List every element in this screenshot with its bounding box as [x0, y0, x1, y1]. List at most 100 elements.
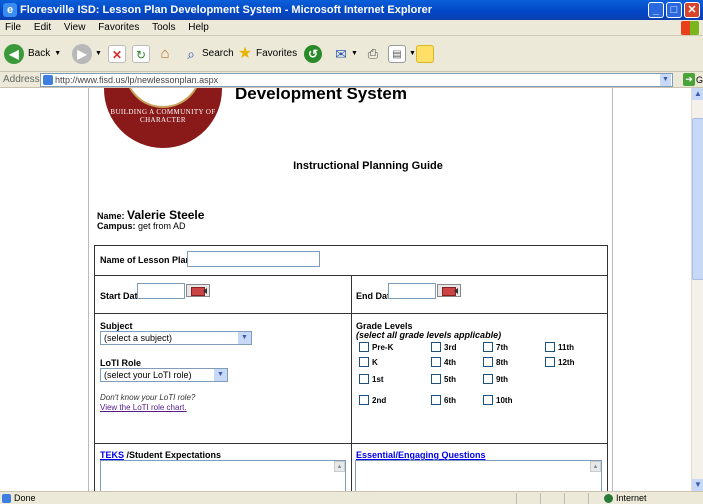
- go-button[interactable]: Go: [696, 72, 703, 88]
- right-column: [612, 88, 691, 491]
- checkbox[interactable]: [483, 342, 493, 352]
- lesson-plan-form: Name of Lesson Plan Start Date End Date …: [94, 245, 608, 491]
- subject-select[interactable]: (select a subject) ▼: [100, 331, 252, 345]
- favorites-button[interactable]: ★ Favorites: [236, 44, 297, 64]
- teks-link[interactable]: TEKS: [100, 450, 124, 460]
- checkbox[interactable]: [431, 374, 441, 384]
- end-date-input[interactable]: [388, 283, 436, 299]
- window-title: Floresville ISD: Lesson Plan Development…: [20, 4, 432, 16]
- grade-checkbox-4th[interactable]: 4th: [431, 357, 456, 367]
- calendar-icon[interactable]: [186, 284, 210, 297]
- name-line: Name: Valerie Steele: [97, 208, 205, 222]
- vertical-scrollbar[interactable]: ▲ ▼: [691, 88, 703, 491]
- checkbox[interactable]: [359, 374, 369, 384]
- scroll-up-icon[interactable]: ▲: [692, 88, 703, 100]
- chevron-down-icon[interactable]: ▼: [95, 44, 102, 64]
- grade-checkbox-9th[interactable]: 9th: [483, 374, 508, 384]
- scroll-down-icon[interactable]: ▼: [692, 479, 703, 491]
- folder-icon: [416, 45, 434, 63]
- go-arrow-icon[interactable]: ➜: [683, 73, 695, 86]
- divider: [540, 493, 541, 504]
- globe-icon: [604, 494, 613, 503]
- checkbox[interactable]: [483, 374, 493, 384]
- menu-bar: File Edit View Favorites Tools Help: [0, 20, 703, 36]
- back-button[interactable]: ◀ Back ▼: [4, 44, 61, 64]
- window-title-bar: e Floresville ISD: Lesson Plan Developme…: [0, 0, 703, 20]
- questions-textarea[interactable]: ▲: [355, 460, 602, 491]
- calendar-icon[interactable]: [437, 284, 461, 297]
- stop-icon: ✕: [108, 45, 126, 63]
- grade-checkbox-6th[interactable]: 6th: [431, 395, 456, 405]
- grade-checkbox-3rd[interactable]: 3rd: [431, 342, 456, 352]
- checkbox[interactable]: [359, 342, 369, 352]
- grade-checkbox-8th[interactable]: 8th: [483, 357, 508, 367]
- loti-chart-link[interactable]: View the LoTI role chart.: [100, 403, 187, 412]
- checkbox[interactable]: [431, 395, 441, 405]
- loti-role-select[interactable]: (select your LoTI role) ▼: [100, 368, 228, 382]
- scroll-up-icon[interactable]: ▲: [590, 461, 601, 472]
- checkbox[interactable]: [359, 357, 369, 367]
- edit-button[interactable]: ▤ ▼: [388, 44, 416, 64]
- grade-checkbox-2nd[interactable]: 2nd: [359, 395, 386, 405]
- toolbar: ◀ Back ▼ ▶ ▼ ✕ ↻ ⌂ ⌕ Search ★ Favorites …: [0, 36, 703, 72]
- teks-textarea[interactable]: ▲: [100, 460, 346, 491]
- menu-favorites[interactable]: Favorites: [98, 22, 139, 33]
- scrollbar-thumb[interactable]: [692, 118, 703, 280]
- grade-checkbox-1st[interactable]: 1st: [359, 374, 384, 384]
- menu-tools[interactable]: Tools: [152, 22, 175, 33]
- lesson-plan-name-input[interactable]: [187, 251, 320, 267]
- stop-button[interactable]: ✕: [108, 44, 126, 64]
- start-date-input[interactable]: [137, 283, 185, 299]
- guide-title: Instructional Planning Guide: [293, 160, 443, 172]
- back-arrow-icon: ◀: [4, 44, 24, 64]
- grade-checkbox-10th[interactable]: 10th: [483, 395, 512, 405]
- menu-edit[interactable]: Edit: [34, 22, 51, 33]
- grade-checkbox-7th[interactable]: 7th: [483, 342, 508, 352]
- close-button[interactable]: ✕: [684, 2, 700, 18]
- grade-checkbox-11th[interactable]: 11th: [545, 342, 574, 352]
- scroll-up-icon[interactable]: ▲: [334, 461, 345, 472]
- chevron-down-icon[interactable]: ▼: [351, 44, 358, 64]
- grade-checkbox-pre-k[interactable]: Pre-K: [359, 342, 393, 352]
- page-icon: [43, 75, 53, 85]
- maximize-button[interactable]: □: [666, 2, 682, 18]
- checkbox[interactable]: [545, 342, 555, 352]
- chevron-down-icon[interactable]: ▼: [54, 44, 61, 64]
- messenger-button[interactable]: [416, 44, 434, 64]
- checkbox[interactable]: [359, 395, 369, 405]
- mail-button[interactable]: ✉ ▼: [332, 44, 358, 64]
- loti-note: Don't know your LoTI role?: [100, 393, 196, 402]
- grade-checkbox-5th[interactable]: 5th: [431, 374, 456, 384]
- menu-help[interactable]: Help: [188, 22, 209, 33]
- minimize-button[interactable]: _: [648, 2, 664, 18]
- seal-inner: [124, 88, 202, 108]
- windows-logo-icon: [681, 21, 699, 35]
- grade-checkbox-12th[interactable]: 12th: [545, 357, 574, 367]
- search-icon: ⌕: [187, 46, 195, 62]
- checkbox[interactable]: [483, 357, 493, 367]
- history-button[interactable]: ↺: [304, 44, 322, 64]
- seal-motto: BUILDING A COMMUNITY OF CHARACTER: [110, 108, 216, 124]
- essential-questions-link[interactable]: Essential/Engaging Questions: [356, 450, 486, 460]
- menu-view[interactable]: View: [64, 22, 86, 33]
- chevron-down-icon[interactable]: ▼: [660, 74, 671, 86]
- left-column: [0, 88, 89, 491]
- forward-button[interactable]: ▶ ▼: [72, 44, 102, 64]
- home-button[interactable]: ⌂: [156, 44, 174, 64]
- status-bar: Done Internet: [0, 491, 703, 504]
- checkbox[interactable]: [545, 357, 555, 367]
- address-bar: Address http://www.fisd.us/lp/newlessonp…: [0, 72, 703, 88]
- checkbox[interactable]: [431, 357, 441, 367]
- menu-file[interactable]: File: [5, 22, 21, 33]
- grade-checkbox-k[interactable]: K: [359, 357, 378, 367]
- search-button[interactable]: ⌕ Search: [182, 44, 234, 64]
- address-input[interactable]: http://www.fisd.us/lp/newlessonplan.aspx…: [40, 73, 673, 87]
- chevron-down-icon[interactable]: ▼: [409, 44, 416, 64]
- page-title: Development System: [235, 88, 407, 103]
- checkbox[interactable]: [431, 342, 441, 352]
- security-zone: Internet: [616, 493, 647, 503]
- refresh-button[interactable]: ↻: [132, 44, 150, 64]
- print-button[interactable]: ⎙: [364, 44, 382, 64]
- campus-value: get from AD: [138, 221, 186, 231]
- checkbox[interactable]: [483, 395, 493, 405]
